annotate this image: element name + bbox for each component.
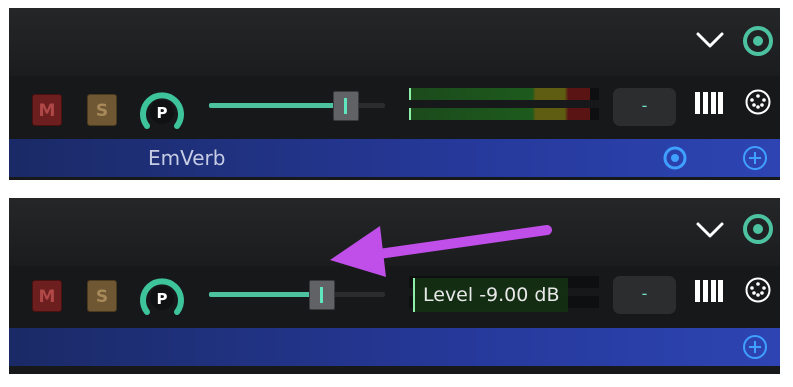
annotation-arrow	[330, 225, 552, 277]
